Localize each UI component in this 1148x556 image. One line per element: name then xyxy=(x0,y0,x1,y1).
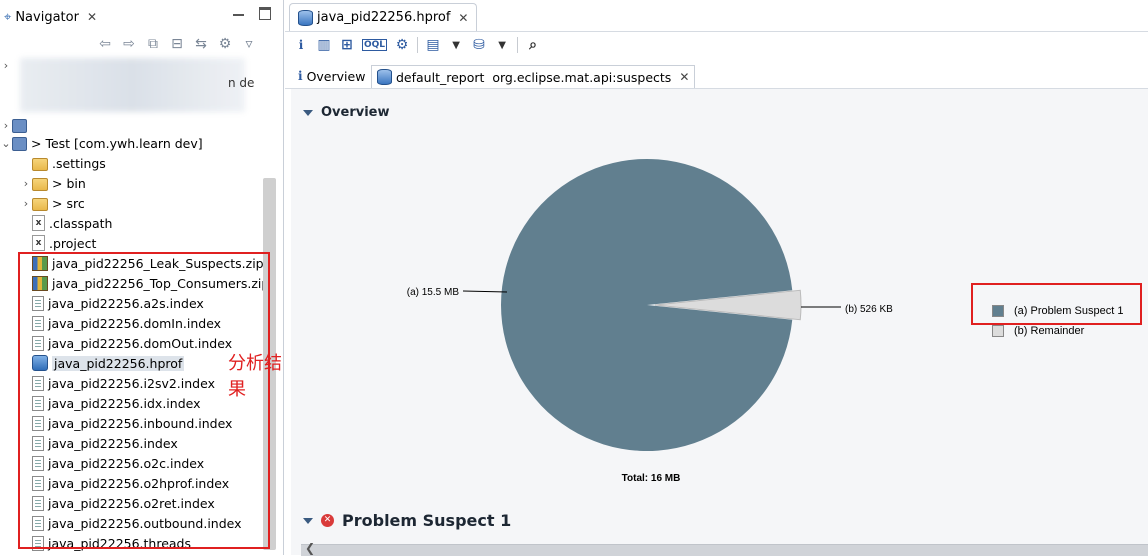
scroll-left-arrow-icon[interactable]: ❮ xyxy=(305,541,315,555)
collapse-icon[interactable]: ⌄ xyxy=(0,137,12,150)
folder-icon xyxy=(32,198,48,211)
expand-icon[interactable]: › xyxy=(20,177,32,190)
run-report-icon[interactable]: ▤ xyxy=(425,37,441,53)
expand-icon[interactable]: › xyxy=(0,59,12,72)
tree-item-label: .classpath xyxy=(49,215,113,231)
tree-item-label: > Test [com.ywh.learn dev] xyxy=(31,135,203,151)
xml-file-icon: x xyxy=(32,215,45,231)
tab-overview-label: Overview xyxy=(306,68,366,84)
tree-row-hidden-2[interactable]: › xyxy=(0,115,31,135)
dropdown-arrow-icon[interactable]: ▼ xyxy=(448,40,464,51)
search-icon[interactable]: ⌕ xyxy=(525,37,541,53)
project-icon xyxy=(12,119,27,133)
oql-icon[interactable]: OQL xyxy=(362,39,388,51)
tree-item-label: > src xyxy=(52,195,85,211)
blurred-region-text: n de xyxy=(228,76,255,90)
blurred-region xyxy=(20,58,245,112)
tree-item-label: .settings xyxy=(52,155,106,171)
folder-icon xyxy=(32,178,48,191)
project-icon xyxy=(12,137,27,151)
slice-label: (a) 15.5 MB xyxy=(407,287,460,298)
tree-item[interactable]: x .project xyxy=(20,233,96,253)
filters-icon[interactable]: ⚙ xyxy=(216,36,234,52)
tree-item[interactable]: x .classpath xyxy=(20,213,112,233)
dropdown-arrow-icon[interactable]: ▼ xyxy=(494,40,510,51)
horizontal-scrollbar[interactable] xyxy=(301,544,1148,556)
view-menu-icon[interactable]: ▿ xyxy=(240,36,258,52)
close-icon[interactable]: ✕ xyxy=(87,10,97,24)
navigator-tabbar: ⌖ Navigator ✕ xyxy=(0,0,283,32)
editor-tabbar: java_pid22256.hprof ✕ xyxy=(285,0,1148,32)
query-browser-icon[interactable]: ⛁ xyxy=(471,37,487,53)
link-editor-icon[interactable]: ⇆ xyxy=(192,36,210,52)
collapse-triangle-icon[interactable] xyxy=(303,517,313,524)
tab-overview[interactable]: i Overview xyxy=(293,65,370,87)
close-icon[interactable]: ✕ xyxy=(458,11,468,25)
collapse-all-icon[interactable]: ⊟ xyxy=(168,36,186,52)
navigator-tab[interactable]: ⌖ Navigator ✕ xyxy=(0,4,101,30)
tree-item[interactable]: › > src xyxy=(20,193,85,213)
minimize-icon[interactable] xyxy=(233,8,245,20)
maximize-icon[interactable] xyxy=(259,7,271,20)
annotation-text: 分析结果 xyxy=(228,353,282,400)
forward-arrow-icon[interactable]: ⇨ xyxy=(120,36,138,52)
tree-row-hidden-1[interactable]: › xyxy=(0,55,12,75)
back-arrow-icon[interactable]: ⇦ xyxy=(96,36,114,52)
folder-icon xyxy=(32,158,48,171)
tree-item-label: .project xyxy=(49,235,97,251)
slice-label: (b) 526 KB xyxy=(845,304,893,315)
expand-icon[interactable]: › xyxy=(20,197,32,210)
toolbar-separator xyxy=(417,37,419,53)
problem-suspect-section-header[interactable]: ✕ Problem Suspect 1 xyxy=(303,511,511,530)
xml-file-icon: x xyxy=(32,235,45,251)
editor-subtabs: i Overview default_report org.eclipse.ma… xyxy=(285,64,1148,89)
info-icon[interactable]: i xyxy=(293,38,309,52)
dominator-tree-icon[interactable]: ⊞ xyxy=(339,37,355,53)
close-icon[interactable]: ✕ xyxy=(679,70,689,84)
navigator-icon: ⌖ xyxy=(4,9,12,25)
legend-label: (b) Remainder xyxy=(1014,325,1085,337)
legend-swatch xyxy=(992,325,1004,337)
expand-icon[interactable]: › xyxy=(0,119,12,132)
info-icon: i xyxy=(298,69,303,83)
tree-item[interactable]: .settings xyxy=(20,153,106,173)
navigator-panel: ⌖ Navigator ✕ ⇦ ⇨ ⧉ ⊟ ⇆ ⚙ ▿ n de › › ⌄ > … xyxy=(0,0,284,555)
editor-area: java_pid22256.hprof ✕ i ▥ ⊞ OQL ⚙ ▤ ▼ ⛁ … xyxy=(285,0,1148,556)
heap-dump-overview-icon[interactable]: ⚙ xyxy=(394,37,410,53)
callout-line xyxy=(462,290,508,293)
up-folder-icon[interactable]: ⧉ xyxy=(144,36,162,52)
tree-item[interactable]: ⌄ > Test [com.ywh.learn dev] xyxy=(0,133,203,153)
heap-dump-icon xyxy=(298,9,313,26)
chart-total-label: Total: 16 MB xyxy=(622,473,681,484)
navigator-toolbar: ⇦ ⇨ ⧉ ⊟ ⇆ ⚙ ▿ xyxy=(96,34,258,54)
tab-default-report[interactable]: default_report org.eclipse.mat.api:suspe… xyxy=(371,65,696,88)
tree-item[interactable]: › > bin xyxy=(20,173,86,193)
editor-tab-hprof[interactable]: java_pid22256.hprof ✕ xyxy=(289,3,478,31)
editor-tab-label: java_pid22256.hprof xyxy=(317,10,451,25)
navigator-title: Navigator xyxy=(15,9,79,25)
problem-suspect-heading: Problem Suspect 1 xyxy=(342,511,512,530)
toolbar-separator xyxy=(517,37,519,53)
report-icon xyxy=(377,69,392,85)
report-content: Overview (a) 15.5 MB (b) 526 KB Total: 16… xyxy=(291,89,1148,556)
highlight-box-legend xyxy=(971,283,1142,325)
tab-report-label: default_report org.eclipse.mat.api:suspe… xyxy=(396,69,672,85)
histogram-icon[interactable]: ▥ xyxy=(316,37,332,53)
error-icon: ✕ xyxy=(321,514,334,527)
tree-item-label: > bin xyxy=(52,175,86,191)
editor-toolbar: i ▥ ⊞ OQL ⚙ ▤ ▼ ⛁ ▼ ⌕ xyxy=(293,34,541,56)
